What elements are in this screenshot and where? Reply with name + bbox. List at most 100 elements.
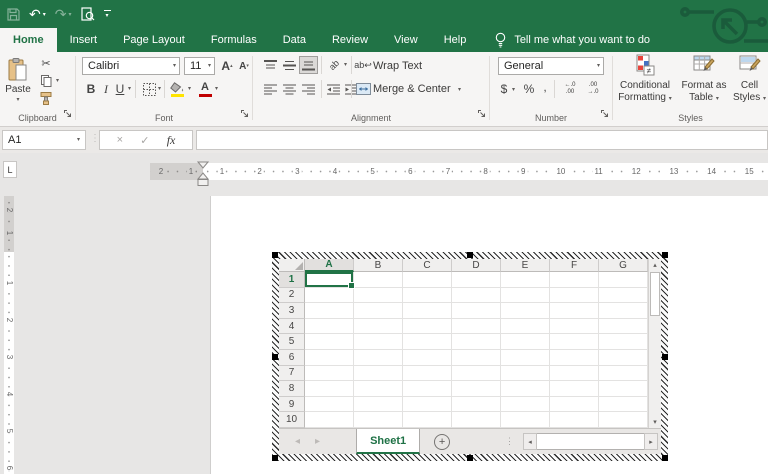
cell-f3[interactable] [550, 303, 599, 319]
bottom-align-button-selected[interactable] [299, 56, 318, 74]
tell-me-box[interactable]: Tell me what you want to do [495, 28, 650, 52]
cell-g3[interactable] [599, 303, 648, 319]
font-name-combo[interactable]: Calibri ▾ [82, 57, 180, 75]
row-header-8[interactable]: 8 [279, 381, 305, 397]
row-header-4[interactable]: 4 [279, 318, 305, 335]
cell-a7[interactable] [305, 365, 354, 382]
cell-g10[interactable] [599, 412, 648, 428]
cell-e10[interactable] [501, 412, 550, 428]
cell-e6[interactable] [501, 349, 550, 366]
tab-stop-selector[interactable]: L [3, 161, 17, 178]
align-right-button[interactable] [300, 81, 317, 97]
resize-handle-top-middle[interactable] [467, 252, 473, 258]
ribbon-tab-view[interactable]: View [381, 28, 431, 52]
cell-e2[interactable] [501, 287, 550, 304]
ribbon-tab-data[interactable]: Data [270, 28, 319, 52]
cell-b6[interactable] [354, 349, 403, 366]
cell-a5[interactable] [305, 334, 354, 350]
decrease-decimal-button[interactable]: .00 →.0 [583, 81, 603, 97]
cell-d8[interactable] [452, 381, 501, 397]
cell-d1[interactable] [452, 272, 501, 288]
vertical-scrollbar[interactable]: ▴ ▾ [648, 259, 661, 428]
scroll-down-icon[interactable]: ▾ [649, 416, 661, 428]
resize-handle-bottom-left[interactable] [272, 455, 278, 461]
embedded-excel-object[interactable]: A B C D E F G 1 2 3 4 5 6 7 8 9 10 ▴ ▾ ◂ ▸ Sheet1 + ⋮ [272, 252, 668, 461]
cell-a6[interactable] [305, 349, 354, 366]
cell-d4[interactable] [452, 318, 501, 335]
row-header-1[interactable]: 1 [279, 272, 305, 288]
save-icon[interactable] [7, 7, 20, 21]
top-align-button[interactable] [262, 57, 279, 73]
align-center-button[interactable] [281, 81, 298, 97]
underline-button[interactable]: U [114, 80, 126, 98]
name-box[interactable]: A1 ▾ [2, 130, 86, 150]
copy-dropdown-icon[interactable]: ▾ [56, 78, 59, 84]
paste-button[interactable]: Paste ▾ [2, 55, 34, 113]
cell-e9[interactable] [501, 396, 550, 413]
cell-f8[interactable] [550, 381, 599, 397]
cell-a9[interactable] [305, 396, 354, 413]
cell-f6[interactable] [550, 349, 599, 366]
cut-button[interactable]: ✂ [38, 56, 54, 71]
column-header-c[interactable]: C [403, 259, 452, 272]
cell-b9[interactable] [354, 396, 403, 413]
cell-d2[interactable] [452, 287, 501, 304]
cell-d3[interactable] [452, 303, 501, 319]
cell-f5[interactable] [550, 334, 599, 350]
cell-a4[interactable] [305, 318, 354, 335]
font-size-combo[interactable]: 11 ▾ [184, 57, 215, 75]
resize-handle-middle-right[interactable] [662, 353, 668, 360]
align-left-button[interactable] [262, 81, 279, 97]
middle-align-button[interactable] [281, 57, 298, 73]
merge-center-button[interactable]: Merge & Center [373, 83, 451, 95]
cell-a3[interactable] [305, 303, 354, 319]
indent-markers[interactable] [197, 161, 209, 187]
comma-style-button[interactable]: , [540, 79, 550, 95]
cell-c9[interactable] [403, 396, 452, 413]
cell-b10[interactable] [354, 412, 403, 428]
bold-button[interactable]: B [84, 80, 98, 98]
ribbon-tab-home[interactable]: Home [0, 28, 57, 52]
column-header-f[interactable]: F [550, 259, 599, 272]
cell-e4[interactable] [501, 318, 550, 335]
cell-c6[interactable] [403, 349, 452, 366]
alignment-dialog-launcher[interactable] [478, 105, 486, 123]
cell-c5[interactable] [403, 334, 452, 350]
cell-d7[interactable] [452, 365, 501, 382]
sheet-nav-left-icon[interactable]: ◂ [295, 436, 300, 447]
increase-font-size-button[interactable]: A ▴ [219, 57, 235, 75]
undo-button[interactable]: ↶ ▾ [29, 7, 46, 21]
cell-d10[interactable] [452, 412, 501, 428]
column-header-g[interactable]: G [599, 259, 648, 272]
horizontal-ruler[interactable]: 21 1 2 3 4 5 6 7 8 9 10 11 12 13 14 15 [150, 163, 768, 180]
cell-d5[interactable] [452, 334, 501, 350]
enter-icon[interactable]: ✓ [140, 134, 149, 147]
font-dialog-launcher[interactable] [241, 105, 249, 123]
accounting-dropdown-icon[interactable]: ▾ [512, 87, 515, 93]
cell-b4[interactable] [354, 318, 403, 335]
cancel-icon[interactable]: × [117, 134, 123, 146]
format-painter-button[interactable] [38, 91, 54, 106]
cell-f10[interactable] [550, 412, 599, 428]
font-color-button[interactable]: A [196, 80, 214, 98]
column-header-e[interactable]: E [501, 259, 550, 272]
resize-handle-bottom-middle[interactable] [467, 455, 473, 461]
row-header-6[interactable]: 6 [279, 349, 305, 366]
cell-f4[interactable] [550, 318, 599, 335]
cell-g9[interactable] [599, 396, 648, 413]
row-header-3[interactable]: 3 [279, 303, 305, 319]
cell-f7[interactable] [550, 365, 599, 382]
column-header-a[interactable]: A [305, 259, 354, 272]
cell-f9[interactable] [550, 396, 599, 413]
cell-a8[interactable] [305, 381, 354, 397]
cell-g4[interactable] [599, 318, 648, 335]
increase-decimal-button[interactable]: ←.0.00 [560, 81, 580, 97]
cell-d6[interactable] [452, 349, 501, 366]
cell-e3[interactable] [501, 303, 550, 319]
cell-b5[interactable] [354, 334, 403, 350]
font-color-dropdown-icon[interactable]: ▾ [215, 86, 218, 92]
borders-button[interactable] [140, 80, 158, 98]
cell-e8[interactable] [501, 381, 550, 397]
column-header-b[interactable]: B [354, 259, 403, 272]
scroll-left-icon[interactable]: ◂ [523, 433, 537, 450]
